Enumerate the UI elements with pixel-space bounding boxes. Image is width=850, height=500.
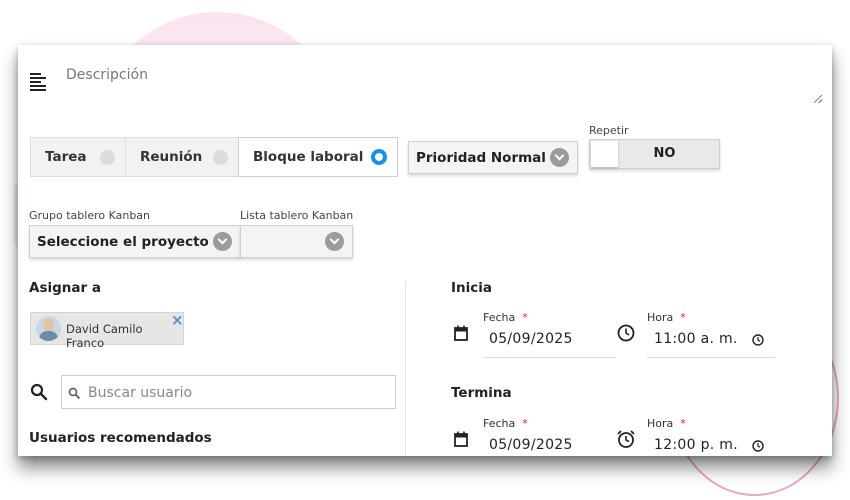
end-date-input[interactable]: 05/09/2025 bbox=[489, 437, 573, 453]
recommended-users-title: Usuarios recomendados bbox=[29, 430, 212, 446]
start-time-underline bbox=[647, 357, 775, 358]
end-title: Termina bbox=[451, 385, 512, 401]
avatar bbox=[36, 316, 61, 341]
event-form-card: Descripción Tarea Reunión Bloque laboral… bbox=[18, 45, 832, 456]
repeat-value: NO bbox=[653, 146, 676, 161]
radio-icon bbox=[213, 149, 228, 165]
radio-selected-icon bbox=[371, 149, 387, 165]
clock-icon[interactable] bbox=[617, 324, 635, 342]
search-user-input[interactable] bbox=[86, 376, 390, 410]
repeat-label: Repetir bbox=[589, 124, 629, 137]
clock-icon[interactable] bbox=[752, 440, 764, 452]
chevron-down-icon bbox=[325, 232, 344, 251]
clock-icon[interactable] bbox=[752, 334, 764, 346]
priority-value: Prioridad Normal bbox=[416, 149, 546, 166]
start-time-input[interactable]: 11:00 a. m. bbox=[654, 331, 738, 347]
end-date-label: Fecha * bbox=[483, 417, 528, 430]
calendar-icon[interactable] bbox=[454, 325, 468, 341]
alarm-clock-icon[interactable] bbox=[616, 429, 636, 449]
chevron-down-icon bbox=[213, 232, 232, 251]
column-divider bbox=[405, 281, 406, 456]
start-title: Inicia bbox=[451, 280, 493, 296]
kanban-list-label: Lista tablero Kanban bbox=[240, 209, 354, 222]
type-button-reunion[interactable]: Reunión bbox=[125, 137, 239, 177]
start-date-input[interactable]: 05/09/2025 bbox=[489, 331, 573, 347]
kanban-group-label: Grupo tablero Kanban bbox=[29, 209, 151, 222]
type-button-tarea[interactable]: Tarea bbox=[30, 137, 126, 177]
assigned-user-name: David Camilo Franco bbox=[66, 322, 143, 350]
start-date-underline bbox=[483, 357, 616, 358]
calendar-icon[interactable] bbox=[454, 431, 468, 447]
type-label: Reunión bbox=[140, 149, 203, 165]
close-icon[interactable]: × bbox=[171, 311, 184, 329]
start-time-label: Hora * bbox=[647, 311, 686, 324]
kanban-group-value: Seleccione el proyecto bbox=[37, 233, 209, 250]
resize-handle-icon[interactable] bbox=[814, 95, 822, 103]
type-button-bloque-laboral[interactable]: Bloque laboral bbox=[238, 137, 398, 177]
radio-icon bbox=[100, 149, 115, 165]
end-time-label: Hora * bbox=[647, 417, 686, 430]
search-user-field[interactable] bbox=[61, 375, 396, 410]
chevron-down-icon bbox=[550, 148, 569, 167]
repeat-toggle[interactable]: NO bbox=[589, 139, 720, 169]
type-label: Tarea bbox=[45, 149, 87, 165]
kanban-list-select[interactable] bbox=[240, 225, 353, 258]
type-label: Bloque laboral bbox=[253, 149, 364, 165]
search-icon bbox=[68, 387, 80, 399]
description-field[interactable]: Descripción bbox=[66, 67, 148, 83]
assigned-user-chip: David Camilo Franco × bbox=[30, 311, 184, 350]
kanban-group-select[interactable]: Seleccione el proyecto bbox=[29, 225, 241, 258]
text-align-left-icon bbox=[30, 73, 48, 93]
start-date-label: Fecha * bbox=[483, 311, 528, 324]
assign-title: Asignar a bbox=[29, 280, 101, 296]
priority-select[interactable]: Prioridad Normal bbox=[408, 141, 578, 174]
search-icon[interactable] bbox=[30, 383, 48, 401]
end-time-input[interactable]: 12:00 p. m. bbox=[654, 437, 738, 453]
